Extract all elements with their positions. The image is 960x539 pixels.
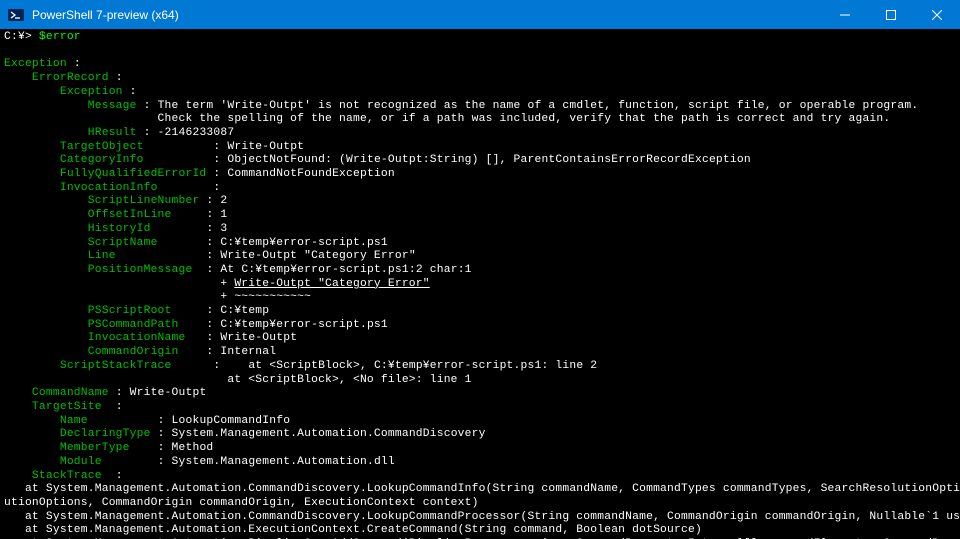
titlebar[interactable]: PowerShell 7-preview (x64) (0, 0, 960, 29)
prompt-command: $error (39, 31, 81, 43)
invocationinfo-key: InvocationInfo (60, 182, 158, 194)
line-val: Write-Outpt "Category Error" (220, 250, 415, 262)
positionmessage-val3: + ~~~~~~~~~~~ (220, 291, 311, 303)
exception-header: Exception (4, 58, 67, 70)
message-line1: The term 'Write-Outpt' is not recognized… (158, 100, 919, 112)
message-key: Message (88, 100, 137, 112)
scriptlinenumber-val: 2 (220, 195, 227, 207)
module-val: System.Management.Automation.dll (172, 456, 395, 468)
positionmessage-val1: At C:¥temp¥error-script.ps1:2 char:1 (220, 264, 471, 276)
offsetinline-val: 1 (220, 209, 227, 221)
psscriptroot-val: C:¥temp (220, 305, 269, 317)
terminal-output[interactable]: C:¥> $error Exception : ErrorRecord : Ex… (0, 29, 960, 539)
invocationname-val: Write-Outpt (220, 332, 297, 344)
exception2-key: Exception (60, 86, 123, 98)
hresult-val: -2146233087 (158, 127, 235, 139)
categoryinfo-val: ObjectNotFound: (Write-Outpt:String) [],… (227, 154, 750, 166)
scriptstacktrace-key: ScriptStackTrace (60, 360, 172, 372)
membertype-key: MemberType (60, 442, 130, 454)
targetsite-key: TargetSite (32, 401, 102, 413)
scriptname-key: ScriptName (88, 237, 158, 249)
scriptstacktrace-val2: at <ScriptBlock>, <No file>: line 1 (206, 374, 471, 386)
module-key: Module (60, 456, 102, 468)
commandname-key: CommandName (32, 387, 109, 399)
scriptlinenumber-key: ScriptLineNumber (88, 195, 200, 207)
name-key: Name (60, 415, 88, 427)
window-title: PowerShell 7-preview (x64) (30, 8, 822, 22)
commandorigin-key: CommandOrigin (88, 346, 179, 358)
stacktrace-line2: utionOptions, CommandOrigin commandOrigi… (4, 497, 479, 509)
offsetinline-key: OffsetInLine (88, 209, 172, 221)
message-line2: Check the spelling of the name, or if a … (158, 113, 891, 125)
declaringtype-val: System.Management.Automation.CommandDisc… (172, 428, 486, 440)
minimize-button[interactable] (822, 0, 868, 29)
minimize-icon (840, 10, 850, 20)
categoryinfo-key: CategoryInfo (60, 154, 144, 166)
error-record-key: ErrorRecord (32, 72, 109, 84)
pscommandpath-key: PSCommandPath (88, 319, 179, 331)
positionmessage-val2b: Write-Outpt "Category Error" (234, 278, 429, 290)
membertype-val: Method (172, 442, 214, 454)
fqid-val: CommandNotFoundException (227, 168, 395, 180)
pscommandpath-val: C:¥temp¥error-script.ps1 (220, 319, 388, 331)
close-button[interactable] (914, 0, 960, 29)
positionmessage-val2a: + (220, 278, 234, 290)
stacktrace-line4: at System.Management.Automation.Executio… (4, 524, 702, 536)
app-window: PowerShell 7-preview (x64) C:¥> $error E… (0, 0, 960, 539)
psscriptroot-key: PSScriptRoot (88, 305, 172, 317)
historyid-val: 3 (220, 223, 227, 235)
commandname-val: Write-Outpt (130, 387, 207, 399)
prompt-path: C:¥> (4, 31, 32, 43)
invocationname-key: InvocationName (88, 332, 186, 344)
historyid-key: HistoryId (88, 223, 151, 235)
close-icon (932, 10, 942, 20)
stacktrace-line3: at System.Management.Automation.CommandD… (4, 511, 960, 523)
positionmessage-key: PositionMessage (88, 264, 193, 276)
stacktrace-line1: at System.Management.Automation.CommandD… (4, 483, 960, 495)
scriptname-val: C:¥temp¥error-script.ps1 (220, 237, 388, 249)
declaringtype-key: DeclaringType (60, 428, 151, 440)
fqid-key: FullyQualifiedErrorId (60, 168, 207, 180)
commandorigin-val: Internal (220, 346, 276, 358)
targetobject-key: TargetObject (60, 141, 144, 153)
maximize-button[interactable] (868, 0, 914, 29)
maximize-icon (886, 10, 896, 20)
window-controls (822, 0, 960, 29)
scriptstacktrace-val1: at <ScriptBlock>, C:¥temp¥error-script.p… (227, 360, 597, 372)
powershell-icon (8, 7, 24, 23)
name-val: LookupCommandInfo (172, 415, 291, 427)
line-key: Line (88, 250, 116, 262)
stacktrace-key: StackTrace (32, 470, 102, 482)
hresult-key: HResult (88, 127, 137, 139)
targetobject-val: Write-Outpt (227, 141, 304, 153)
